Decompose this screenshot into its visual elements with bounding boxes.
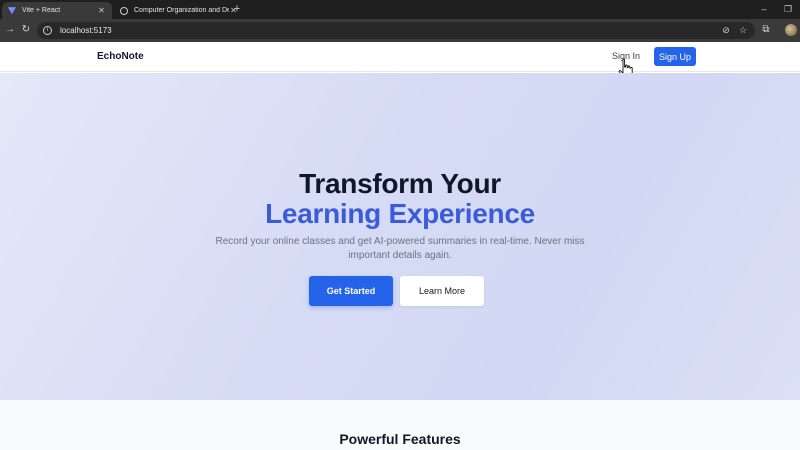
address-url: localhost:5173 xyxy=(60,26,112,35)
hero-title-line-2: Learning Experience xyxy=(265,198,535,229)
address-bar[interactable]: i localhost:5173 ⊘ ☆ xyxy=(37,22,755,39)
extensions-icon[interactable]: ⧉ xyxy=(760,24,772,36)
forward-arrow-icon[interactable]: → xyxy=(4,24,16,36)
brand-logo-text[interactable]: EchoNote xyxy=(97,51,144,62)
star-icon[interactable]: ☆ xyxy=(737,24,749,37)
new-tab-icon[interactable]: + xyxy=(232,3,242,15)
learn-more-button[interactable]: Learn More xyxy=(400,276,484,306)
reload-icon[interactable]: ↻ xyxy=(20,24,32,36)
close-icon[interactable]: ✕ xyxy=(97,6,106,15)
sign-up-button[interactable]: Sign Up xyxy=(654,47,696,66)
eye-off-icon[interactable]: ⊘ xyxy=(720,24,732,37)
minimize-icon[interactable]: – xyxy=(758,3,770,15)
globe-icon xyxy=(120,6,128,15)
hero-subtitle: Record your online classes and get AI-po… xyxy=(215,236,585,261)
site-info-icon[interactable]: i xyxy=(43,26,52,35)
features-section: Powerful Features xyxy=(0,400,800,450)
hero-section: Transform Your Learning Experience Recor… xyxy=(0,73,800,400)
tab-title: Vite + React xyxy=(22,7,61,14)
tab-computer-organization[interactable]: Computer Organization and Design ✕ xyxy=(114,2,244,19)
browser-toolbar: → ↻ i localhost:5173 ⊘ ☆ ⧉ xyxy=(0,19,800,42)
tab-vite-react[interactable]: Vite + React ✕ xyxy=(2,2,112,19)
features-heading: Powerful Features xyxy=(339,431,461,447)
app-navbar: EchoNote Sign In Sign Up xyxy=(0,42,800,72)
get-started-button[interactable]: Get Started xyxy=(309,276,393,306)
browser-tab-strip: Vite + React ✕ Computer Organization and… xyxy=(0,0,800,19)
hero-title: Transform Your Learning Experience xyxy=(0,169,800,229)
tab-title: Computer Organization and Design xyxy=(134,7,229,14)
restore-icon[interactable]: ❐ xyxy=(782,3,794,15)
vite-favicon-icon xyxy=(8,7,16,15)
avatar[interactable] xyxy=(785,24,797,36)
hero-title-line-1: Transform Your xyxy=(299,168,501,199)
